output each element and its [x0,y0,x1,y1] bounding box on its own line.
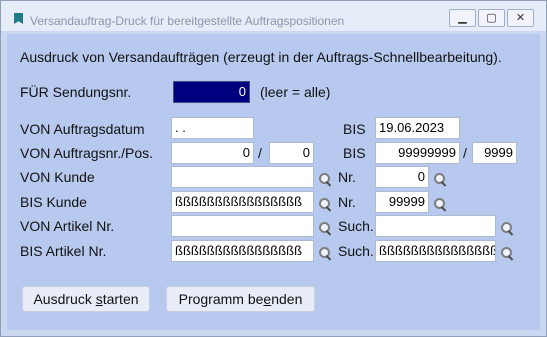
order-number-to-label: BIS [343,145,366,161]
start-print-access-key: s [95,291,103,307]
order-number-from-label: VON Auftragsnr./Pos. [20,145,154,161]
article-to-input[interactable]: ßßßßßßßßßßßßßßßß [171,240,314,262]
article-from-input[interactable] [171,215,314,237]
shipment-hint: (leer = alle) [260,84,331,100]
close-button[interactable]: ✕ [507,9,534,27]
article-to-search-term-icon[interactable] [501,247,513,259]
order-date-to-input[interactable]: 19.06.2023 [375,117,460,139]
order-date-to-label: BIS [343,121,366,137]
order-position-separator: / [258,145,262,161]
customer-to-nr-label: Nr. [338,194,356,210]
article-from-search-term-icon[interactable] [501,222,513,234]
customer-to-label: BIS Kunde [20,194,87,210]
order-position-from-input[interactable]: 0 [269,142,314,164]
customer-from-nr-input[interactable]: 0 [375,166,429,188]
window-title: Versandauftrag-Druck für bereitgestellte… [30,14,345,28]
article-to-search-input[interactable]: ßßßßßßßßßßßßßßßß [375,240,496,262]
order-position-to-separator: / [463,145,467,161]
customer-to-nr-input[interactable]: 99999 [375,191,429,213]
customer-from-search-icon[interactable] [319,173,331,185]
article-to-search-label: Such. [338,243,374,259]
article-to-label: BIS Artikel Nr. [20,243,107,259]
order-date-from-label: VON Auftragsdatum [20,121,145,137]
exit-label-suffix: nden [271,291,303,307]
start-print-label-suffix: tarten [102,291,139,307]
exit-label-prefix: Programm be [178,291,264,307]
customer-from-label: VON Kunde [20,169,95,185]
window: Versandauftrag-Druck für bereitgestellte… [0,0,547,337]
article-from-label: VON Artikel Nr. [20,218,115,234]
description-text: Ausdruck von Versandaufträgen (erzeugt i… [20,49,502,65]
maximize-button[interactable]: ▢ [478,9,505,27]
app-bookmark-icon [14,13,23,24]
order-number-from-input[interactable]: 0 [171,142,254,164]
shipment-label: FÜR Sendungsnr. [20,84,132,100]
customer-from-nr-label: Nr. [338,169,356,185]
customer-to-input[interactable]: ßßßßßßßßßßßßßßßß [171,191,314,213]
form-panel: Ausdruck von Versandaufträgen (erzeugt i… [7,34,540,330]
customer-from-nr-search-icon[interactable] [434,173,446,185]
start-print-button[interactable]: Ausdruck starten [22,286,150,312]
customer-from-input[interactable] [171,166,314,188]
order-position-to-input[interactable]: 9999 [472,142,517,164]
customer-to-nr-search-icon[interactable] [434,198,446,210]
order-date-from-input[interactable]: . . [171,117,254,139]
exit-program-button[interactable]: Programm beenden [166,286,315,312]
article-from-search-input[interactable] [375,215,496,237]
order-number-to-input[interactable]: 99999999 [375,142,460,164]
article-from-search-label: Such. [338,218,374,234]
shipment-number-input[interactable]: 0 [173,81,250,103]
minimize-button[interactable]: ▁ [449,9,476,27]
customer-to-search-icon[interactable] [319,198,331,210]
start-print-label-prefix: Ausdruck [33,291,96,307]
title-bar: Versandauftrag-Druck für bereitgestellte… [1,1,546,31]
article-to-search-icon[interactable] [319,247,331,259]
article-from-search-icon[interactable] [319,222,331,234]
